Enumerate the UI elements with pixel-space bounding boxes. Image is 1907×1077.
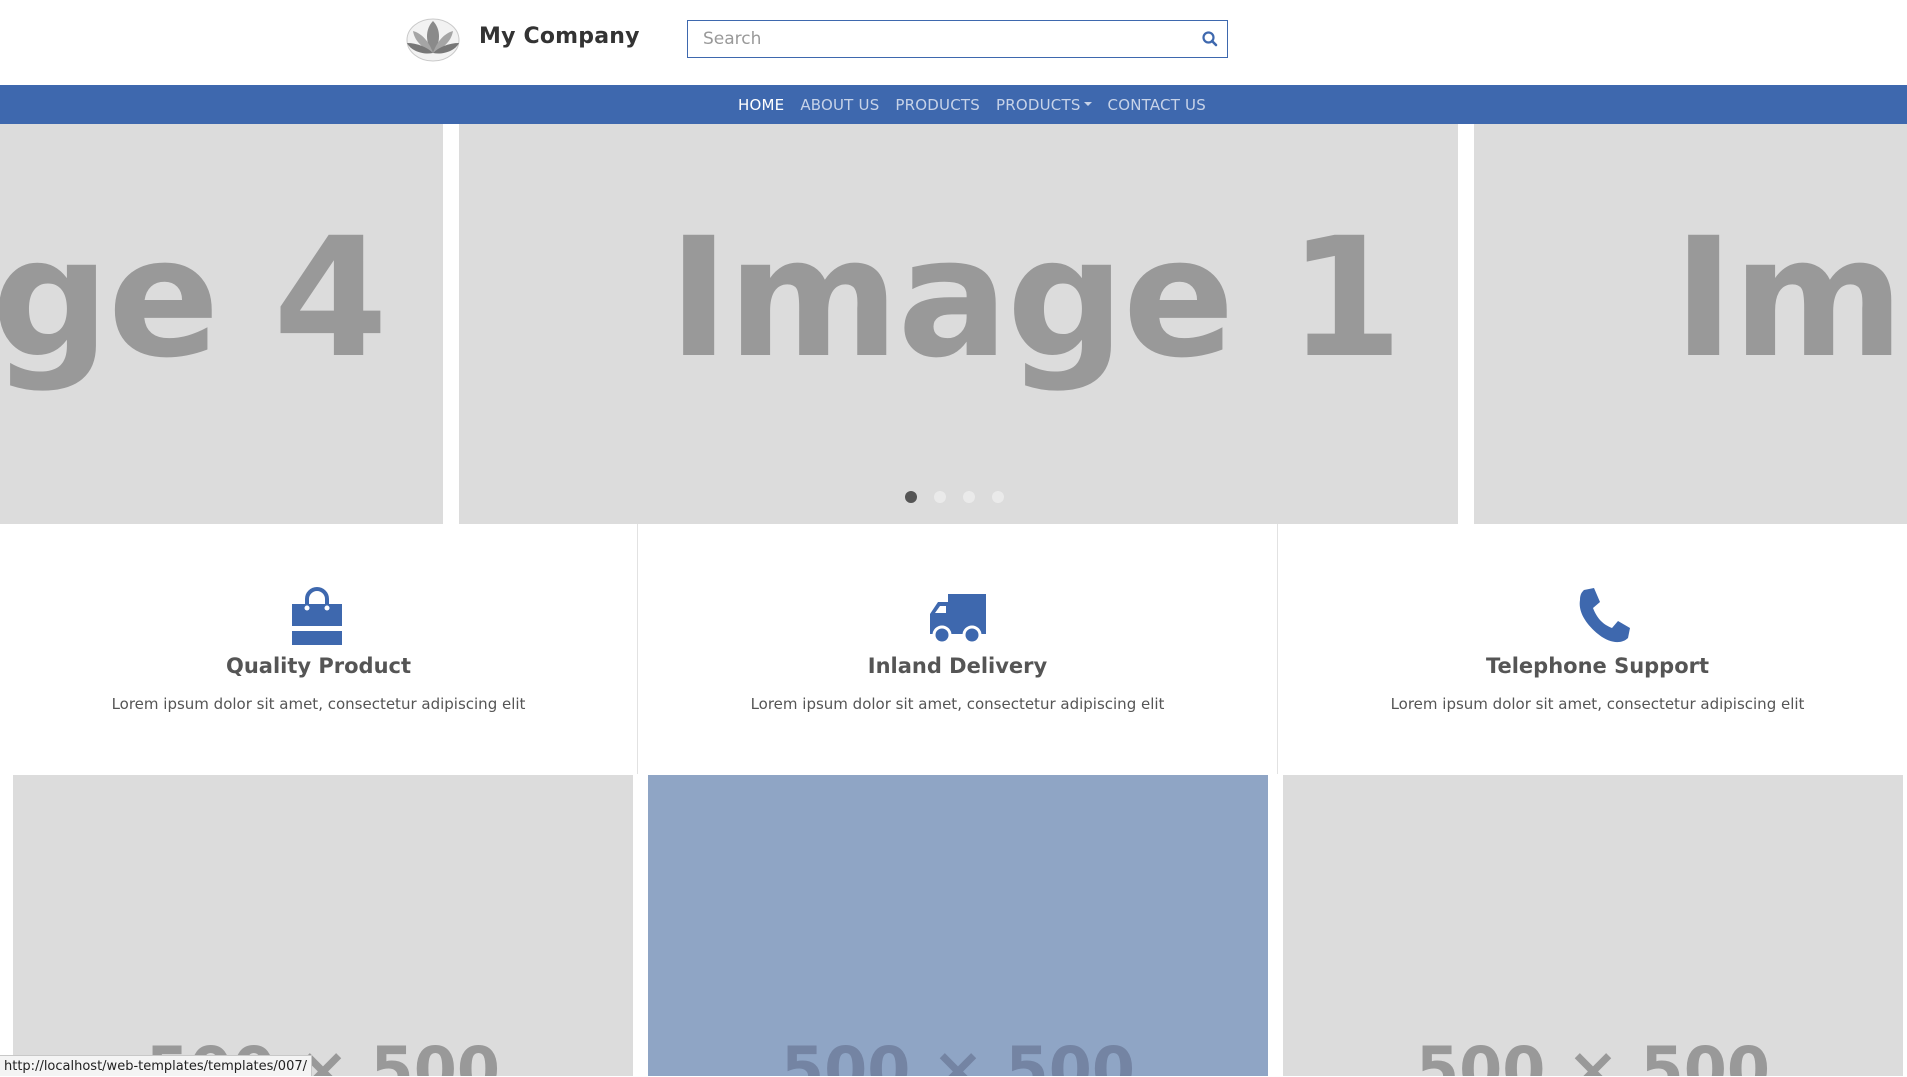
lotus-logo-icon[interactable] [403,13,463,63]
feature-quality-product: Quality Product Lorem ipsum dolor sit am… [0,524,637,774]
nav-about-us[interactable]: ABOUT US [792,96,887,114]
feature-text: Lorem ipsum dolor sit amet, consectetur … [1390,695,1805,713]
feature-text: Lorem ipsum dolor sit amet, consectetur … [111,695,526,713]
carousel-slide-prev-label: Image 4 [0,202,388,394]
nav-products-dropdown-label: PRODUCTS [995,95,1081,114]
product-tile-hovered[interactable]: 500 × 500 [648,775,1268,1076]
carousel-indicators [905,491,1004,503]
feature-title: Inland Delivery [867,654,1048,678]
phone-icon [1570,584,1634,648]
main-navbar: HOME ABOUT US PRODUCTS PRODUCTS CONTACT … [0,85,1907,124]
shopping-bag-icon [285,584,349,648]
image-carousel[interactable]: Image 4 Image 1 Image 2 [0,124,1907,524]
caret-down-icon [1083,101,1092,106]
product-tile-label: 500 × 500 [1416,1033,1770,1077]
carousel-dot-1[interactable] [905,491,917,503]
browser-status-url: http://localhost/web-templates/templates… [0,1055,312,1076]
carousel-slide-prev[interactable]: Image 4 [0,124,443,524]
search-input[interactable] [688,21,1208,57]
product-tile[interactable]: 500 × 500 [13,775,633,1076]
product-tile-label: 500 × 500 [781,1033,1135,1077]
carousel-dot-2[interactable] [934,491,946,503]
carousel-slide-current[interactable]: Image 1 [459,124,1458,524]
feature-inland-delivery: Inland Delivery Lorem ipsum dolor sit am… [638,524,1277,774]
feature-text: Lorem ipsum dolor sit amet, consectetur … [750,695,1165,713]
feature-divider [1277,524,1278,774]
truck-icon [926,584,990,648]
nav-products-dropdown[interactable]: PRODUCTS [988,96,1100,114]
carousel-slide-next-label: Image 2 [1673,202,1907,394]
brand-name[interactable]: My Company [479,24,640,49]
feature-telephone-support: Telephone Support Lorem ipsum dolor sit … [1278,524,1907,774]
feature-divider [637,524,638,774]
carousel-dot-3[interactable] [963,491,975,503]
site-header: My Company [0,0,1907,85]
carousel-slide-next[interactable]: Image 2 [1474,124,1907,524]
product-tile[interactable]: 500 × 500 [1283,775,1903,1076]
carousel-slide-current-label: Image 1 [668,202,1403,394]
carousel-dot-4[interactable] [992,491,1004,503]
feature-title: Telephone Support [1485,654,1710,678]
feature-title: Quality Product [225,654,412,678]
nav-contact-us[interactable]: CONTACT US [1100,96,1214,114]
features-section: Quality Product Lorem ipsum dolor sit am… [0,524,1907,774]
nav-products[interactable]: PRODUCTS [887,96,988,114]
nav-home[interactable]: HOME [730,96,792,114]
search-box [687,20,1228,58]
search-icon[interactable] [1201,30,1219,48]
